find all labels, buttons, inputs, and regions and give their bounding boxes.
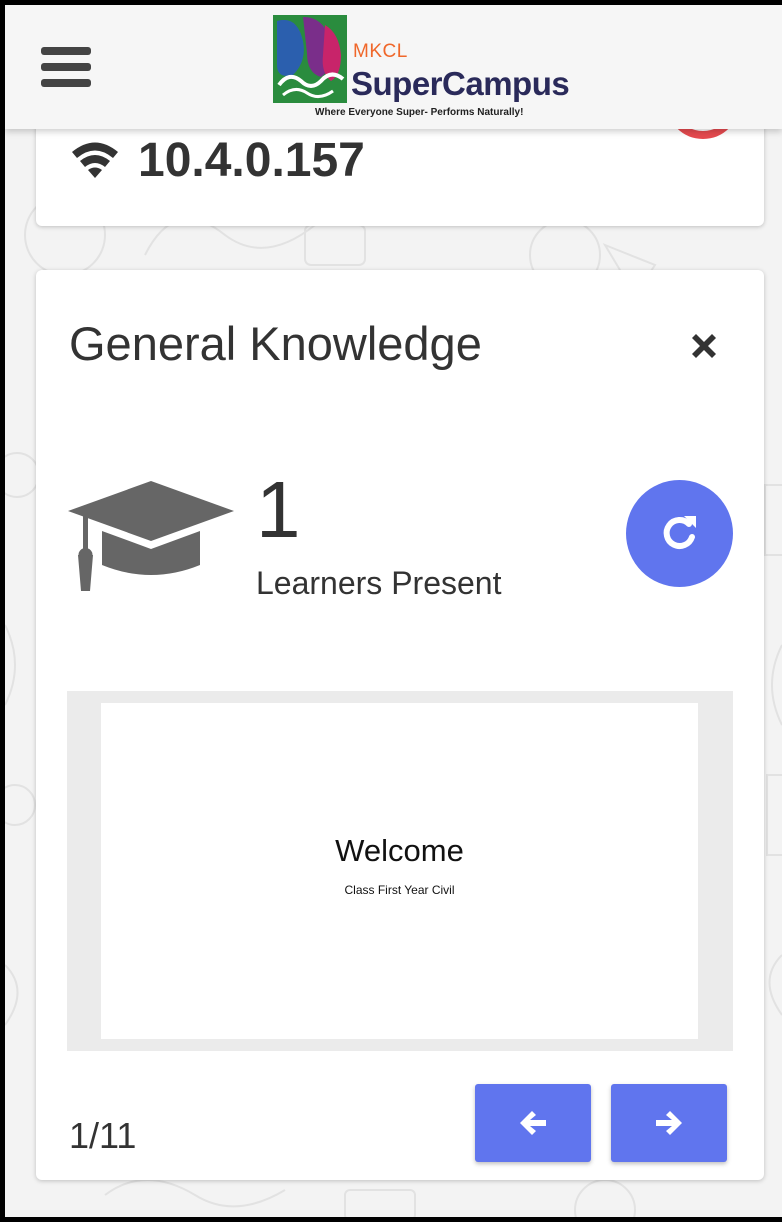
graduation-cap-icon bbox=[68, 481, 234, 591]
slide-title: Welcome bbox=[335, 833, 464, 868]
logo-mkcl-text: MKCL bbox=[353, 41, 408, 62]
supercampus-logo: MKCL SuperCampus Where Everyone Super- P… bbox=[273, 15, 573, 121]
previous-slide-button[interactable] bbox=[475, 1084, 591, 1162]
arrow-left-icon bbox=[520, 1111, 546, 1135]
logo-mark-icon bbox=[273, 15, 347, 103]
slide-page: Welcome Class First Year Civil bbox=[101, 703, 698, 1039]
learners-label: Learners Present bbox=[256, 565, 502, 601]
arrow-right-icon bbox=[656, 1111, 682, 1135]
close-icon[interactable] bbox=[686, 328, 722, 364]
logo-supercampus-text: SuperCampus bbox=[351, 65, 570, 102]
app-bar: MKCL SuperCampus Where Everyone Super- P… bbox=[5, 5, 782, 129]
slide-subtitle: Class First Year Civil bbox=[344, 883, 455, 897]
session-card: General Knowledge 1 Learners Present Wel… bbox=[36, 270, 764, 1180]
refresh-button[interactable] bbox=[626, 480, 733, 587]
refresh-icon bbox=[663, 516, 696, 549]
learners-count: 1 bbox=[256, 465, 301, 554]
page-indicator: 1/11 bbox=[69, 1115, 137, 1156]
slide-viewer: Welcome Class First Year Civil bbox=[67, 691, 733, 1051]
session-title: General Knowledge bbox=[69, 317, 482, 370]
next-slide-button[interactable] bbox=[611, 1084, 727, 1162]
hamburger-menu-icon[interactable] bbox=[41, 47, 91, 87]
app-screen: MKCL SuperCampus Where Everyone Super- P… bbox=[5, 5, 782, 1217]
logo-tagline: Where Everyone Super- Performs Naturally… bbox=[315, 107, 524, 118]
ip-address: 10.4.0.157 bbox=[138, 134, 365, 187]
wifi-icon bbox=[72, 142, 118, 178]
